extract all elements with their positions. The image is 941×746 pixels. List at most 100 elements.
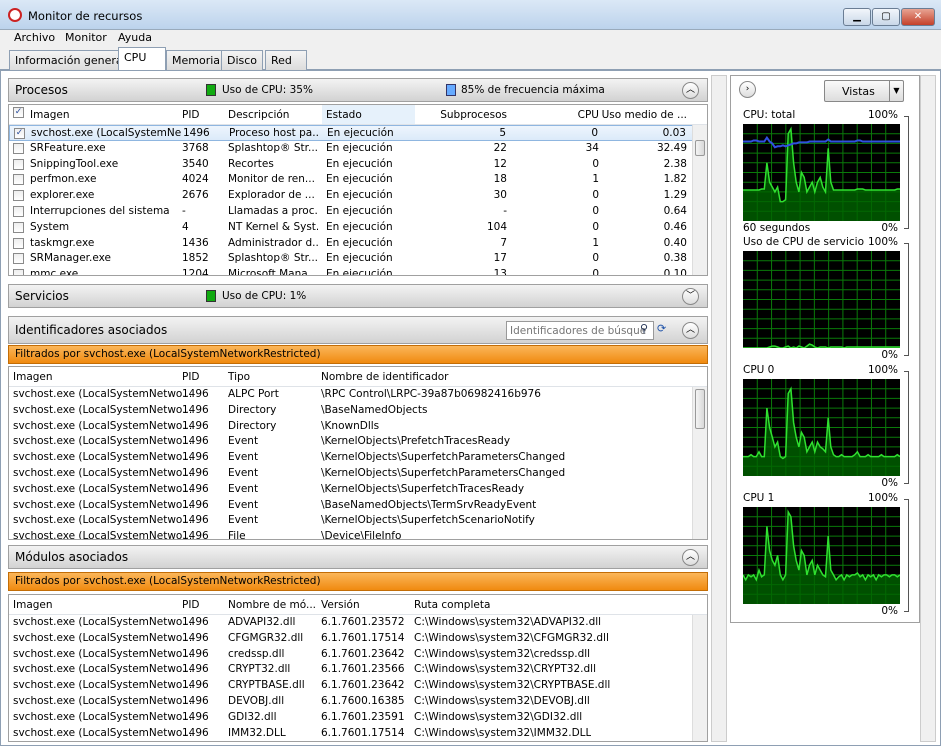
identificadores-header[interactable]: Identificadores asociados ⚲ ⟳ ︿: [8, 316, 708, 344]
tab-memoria[interactable]: Memoria: [166, 50, 227, 70]
search-icon[interactable]: ⚲: [640, 322, 648, 335]
process-status: En ejecución: [326, 173, 393, 186]
servicios-header[interactable]: Servicios Uso de CPU: 1% ﹀: [8, 284, 708, 308]
process-row[interactable]: SRFeature.exe 3768 Splashtop® Str... En eje…: [9, 141, 707, 157]
handle-row[interactable]: svchost.exe (LocalSystemNetwo... 1496 Even…: [9, 450, 707, 466]
process-avg-cpu: 0.38: [663, 252, 687, 265]
process-image: mmc.exe: [30, 268, 79, 276]
col-tipo[interactable]: Tipo: [228, 371, 250, 383]
process-row[interactable]: ✓ svchost.exe (LocalSystemNet... 1496 Proce…: [9, 125, 707, 141]
handle-row[interactable]: svchost.exe (LocalSystemNetwo... 1496 Even…: [9, 466, 707, 482]
process-description: Explorador de ...: [228, 189, 315, 202]
refresh-icon[interactable]: ⟳: [657, 322, 666, 335]
process-row[interactable]: mmc.exe 1204 Microsoft Mana... En ejecución…: [9, 267, 707, 276]
expand-icon[interactable]: ﹀: [682, 288, 699, 305]
col-ruta-completa[interactable]: Ruta completa: [414, 599, 490, 611]
process-checkbox[interactable]: [13, 190, 24, 202]
process-checkbox[interactable]: [13, 158, 24, 170]
process-row[interactable]: Interrupciones del sistema - Llamadas a pr…: [9, 204, 707, 220]
col-version[interactable]: Versión: [321, 599, 360, 611]
col-pid[interactable]: PID: [182, 371, 200, 383]
menu-ayuda[interactable]: Ayuda: [118, 31, 152, 44]
col-pid[interactable]: PID: [182, 599, 200, 611]
vistas-label: Vistas: [842, 85, 875, 98]
collapse-icon[interactable]: ︿: [682, 322, 699, 339]
left-pane-scrollbar[interactable]: [711, 75, 727, 742]
process-row[interactable]: System 4 NT Kernel & Syst... En ejecución 10…: [9, 220, 707, 236]
process-checkbox[interactable]: [13, 221, 24, 233]
main-scrollbar[interactable]: [920, 75, 936, 742]
process-checkbox[interactable]: ✓: [14, 128, 25, 139]
process-checkbox[interactable]: [13, 253, 24, 265]
process-row[interactable]: SRManager.exe 1852 Splashtop® Str... En eje…: [9, 251, 707, 267]
handle-row[interactable]: svchost.exe (LocalSystemNetwo... 1496 File…: [9, 529, 707, 539]
handle-row[interactable]: svchost.exe (LocalSystemNetwo... 1496 Dire…: [9, 419, 707, 435]
process-row[interactable]: perfmon.exe 4024 Monitor de ren... En ejecu…: [9, 172, 707, 188]
select-all-checkbox[interactable]: ✓: [13, 107, 24, 118]
servicios-title: Servicios: [15, 289, 69, 303]
close-button[interactable]: ✕: [901, 8, 935, 26]
collapse-icon[interactable]: ︿: [682, 82, 699, 99]
modulos-column-header: Imagen PID Nombre de mó... Versión Ruta …: [9, 595, 707, 615]
module-image: svchost.exe (LocalSystemNetwo...: [13, 616, 193, 628]
module-row[interactable]: svchost.exe (LocalSystemNetwo... 1496 cred…: [9, 647, 707, 663]
col-descripcion[interactable]: Descripción: [228, 109, 289, 121]
module-path: C:\Windows\system32\CRYPTBASE.dll: [414, 679, 611, 692]
handle-row[interactable]: svchost.exe (LocalSystemNetwo... 1496 ALPC…: [9, 387, 707, 403]
col-pid[interactable]: PID: [182, 109, 200, 121]
process-image: explorer.exe: [30, 189, 95, 202]
chevron-right-icon[interactable]: ›: [739, 81, 756, 98]
col-nombre-modulo[interactable]: Nombre de mó...: [228, 599, 316, 611]
process-row[interactable]: taskmgr.exe 1436 Administrador d... En ejec…: [9, 236, 707, 252]
process-checkbox[interactable]: [13, 205, 24, 217]
col-nombre-identificador[interactable]: Nombre de identificador: [321, 371, 448, 383]
module-row[interactable]: svchost.exe (LocalSystemNetwo... 1496 CFGM…: [9, 631, 707, 647]
identificadores-scrollbar[interactable]: [692, 387, 707, 539]
handle-name: \KernelObjects\SuperfetchParametersChang…: [321, 451, 566, 464]
module-row[interactable]: svchost.exe (LocalSystemNetwo... 1496 GDI3…: [9, 710, 707, 726]
procesos-scrollbar[interactable]: [692, 125, 707, 275]
chevron-down-icon[interactable]: ▼: [889, 81, 903, 101]
process-checkbox[interactable]: [13, 142, 24, 154]
process-status: En ejecución: [326, 157, 393, 170]
module-row[interactable]: svchost.exe (LocalSystemNetwo... 1496 IMM3…: [9, 726, 707, 741]
col-imagen[interactable]: Imagen: [30, 109, 70, 121]
module-row[interactable]: svchost.exe (LocalSystemNetwo... 1496 CRYP…: [9, 662, 707, 678]
handle-pid: 1496: [182, 514, 209, 527]
modulos-header[interactable]: Módulos asociados ︿: [8, 545, 708, 569]
process-threads: 17: [493, 252, 507, 265]
procesos-header[interactable]: Procesos Uso de CPU: 35% 85% de frecuenc…: [8, 78, 708, 102]
process-checkbox[interactable]: [13, 174, 24, 186]
maximize-button[interactable]: ▢: [872, 8, 900, 26]
tab-informacion-general[interactable]: Información general: [9, 50, 132, 70]
cpu-line: [743, 343, 900, 348]
module-row[interactable]: svchost.exe (LocalSystemNetwo... 1496 DEVO…: [9, 694, 707, 710]
handle-row[interactable]: svchost.exe (LocalSystemNetwo... 1496 Even…: [9, 482, 707, 498]
col-estado[interactable]: Estado: [326, 109, 362, 121]
handle-row[interactable]: svchost.exe (LocalSystemNetwo... 1496 Even…: [9, 513, 707, 529]
tab-disco[interactable]: Disco: [221, 50, 264, 70]
handle-search-input[interactable]: [506, 321, 654, 340]
col-uso-medio[interactable]: Uso medio de ...: [602, 109, 687, 121]
menu-archivo[interactable]: Archivo: [14, 31, 55, 44]
vistas-button[interactable]: Vistas ▼: [824, 80, 904, 102]
minimize-button[interactable]: ▁: [843, 8, 871, 26]
process-row[interactable]: SnippingTool.exe 3540 Recortes En ejecución…: [9, 157, 707, 173]
process-checkbox[interactable]: [13, 237, 24, 249]
module-row[interactable]: svchost.exe (LocalSystemNetwo... 1496 ADVA…: [9, 615, 707, 631]
handle-row[interactable]: svchost.exe (LocalSystemNetwo... 1496 Even…: [9, 498, 707, 514]
modulos-scrollbar[interactable]: [692, 615, 707, 741]
col-imagen[interactable]: Imagen: [13, 599, 53, 611]
col-imagen[interactable]: Imagen: [13, 371, 53, 383]
col-cpu[interactable]: CPU: [578, 109, 599, 121]
handle-row[interactable]: svchost.exe (LocalSystemNetwo... 1496 Dire…: [9, 403, 707, 419]
handle-row[interactable]: svchost.exe (LocalSystemNetwo... 1496 Even…: [9, 434, 707, 450]
menu-monitor[interactable]: Monitor: [65, 31, 107, 44]
module-row[interactable]: svchost.exe (LocalSystemNetwo... 1496 CRYP…: [9, 678, 707, 694]
collapse-icon[interactable]: ︿: [682, 549, 699, 566]
tab-red[interactable]: Red: [265, 50, 307, 70]
tab-cpu[interactable]: CPU: [118, 47, 166, 71]
process-row[interactable]: explorer.exe 2676 Explorador de ... En ejec…: [9, 188, 707, 204]
col-subprocesos[interactable]: Subprocesos: [440, 109, 507, 121]
process-checkbox[interactable]: [13, 269, 24, 275]
